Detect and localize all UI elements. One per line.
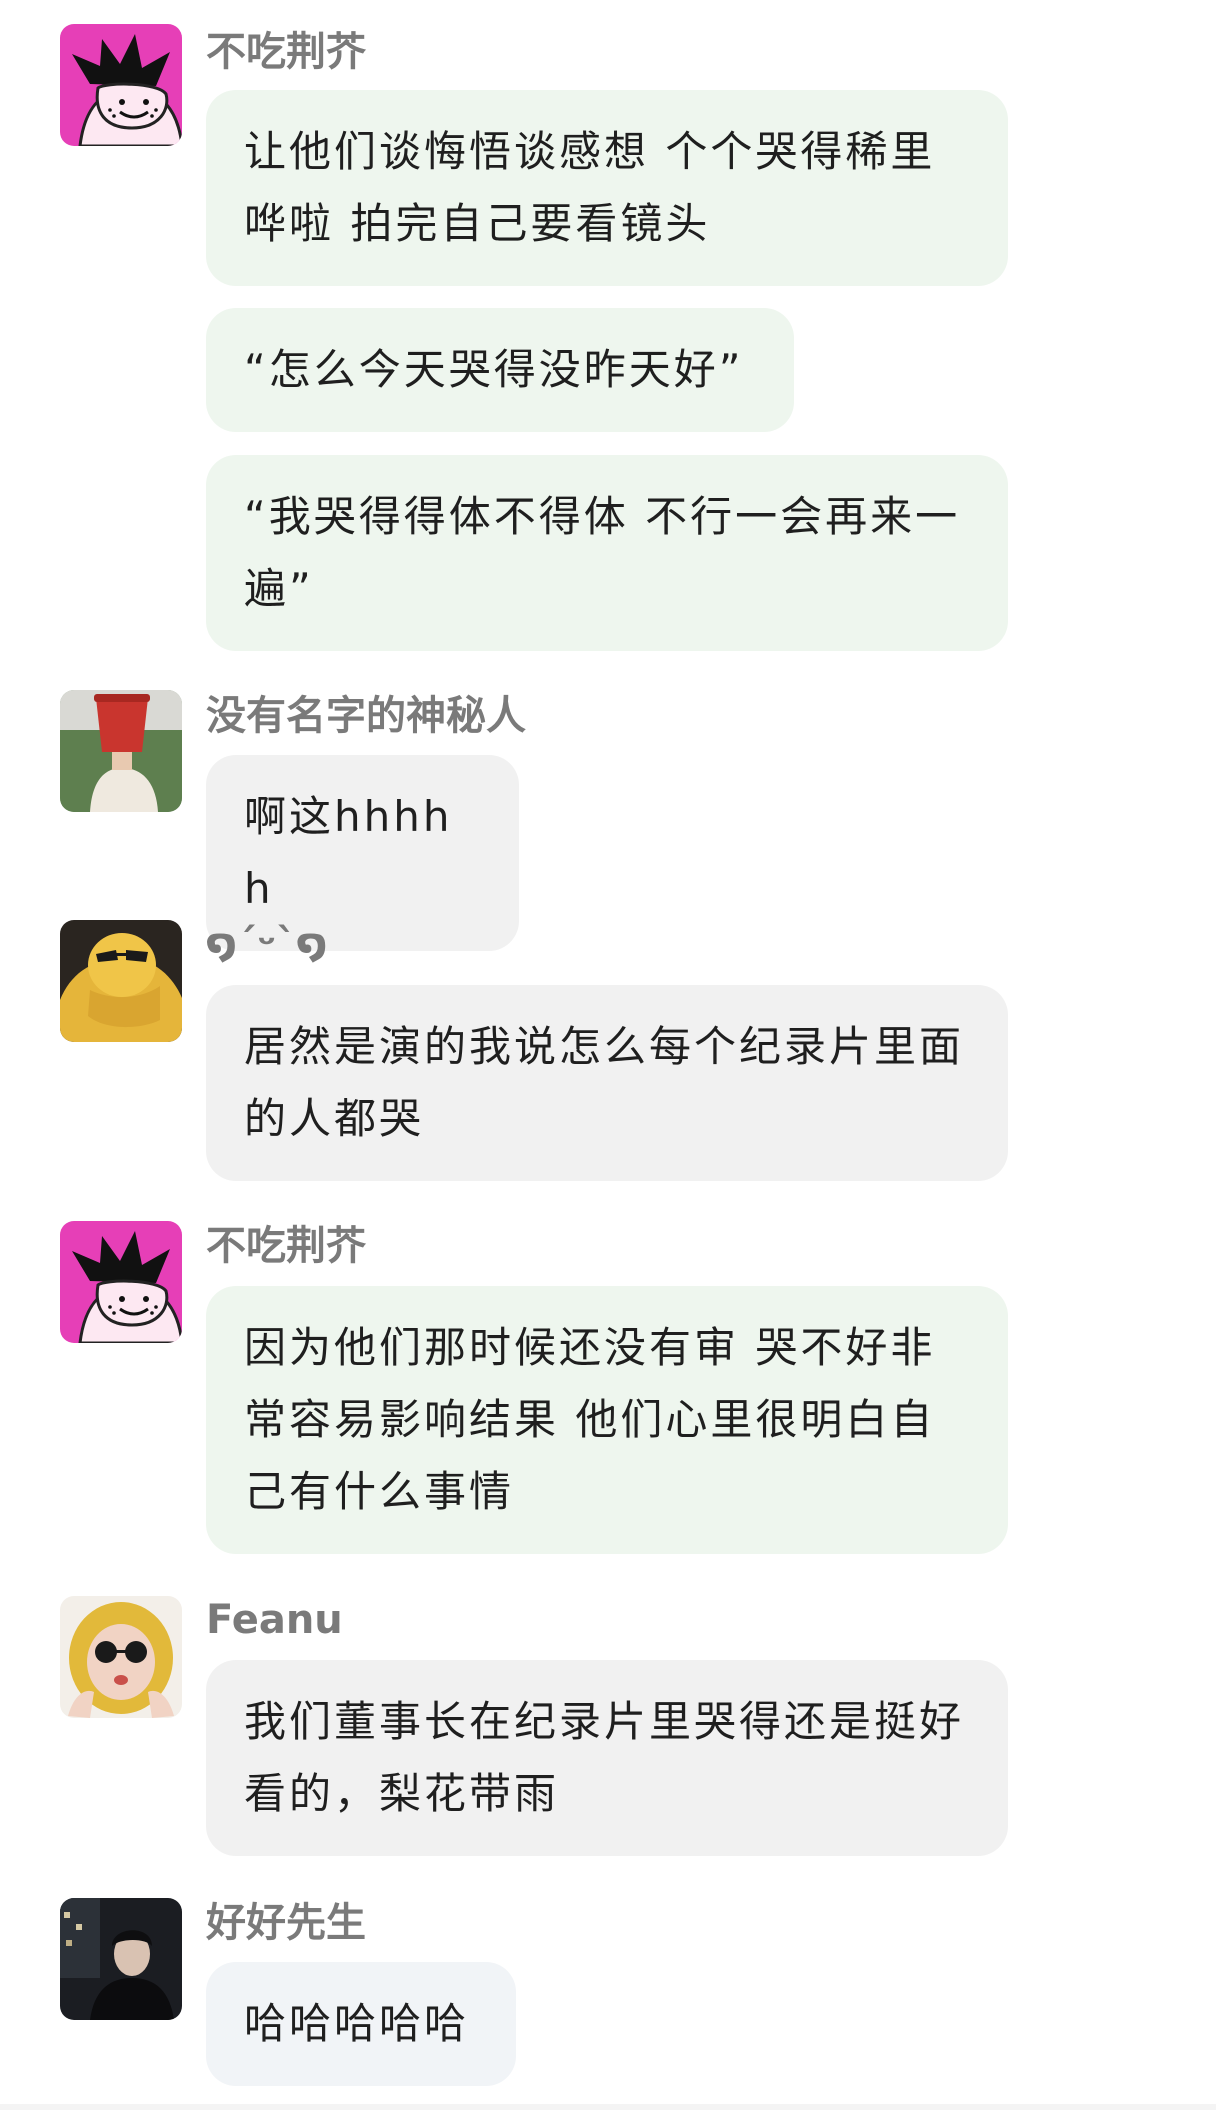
avatar-bunny[interactable] <box>60 24 182 146</box>
message-bubble[interactable]: 居然是演的我说怎么每个纪录片里面的人都哭 <box>206 985 1008 1181</box>
message-bubble[interactable]: 让他们谈悔悟谈感想 个个哭得稀里哗啦 拍完自己要看镜头 <box>206 90 1008 286</box>
bunny-avatar-icon <box>60 24 182 146</box>
yellow-hood-avatar-icon <box>60 920 182 1042</box>
nickname[interactable]: ໑´ᵕ`໑ <box>206 920 327 968</box>
avatar-yellow-hood[interactable] <box>60 920 182 1042</box>
night-man-avatar-icon <box>60 1898 182 2020</box>
message-bubble[interactable]: 我们董事长在纪录片里哭得还是挺好看的，梨花带雨 <box>206 1660 1008 1856</box>
avatar-night-man[interactable] <box>60 1898 182 2020</box>
nickname[interactable]: Feanu <box>206 1596 343 1644</box>
avatar-bunny[interactable] <box>60 1221 182 1343</box>
nickname[interactable]: 好好先生 <box>206 1899 366 1947</box>
bottom-divider <box>0 2104 1216 2110</box>
bunny-avatar-icon <box>60 1221 182 1343</box>
message-bubble[interactable]: “怎么今天哭得没昨天好” <box>206 308 794 432</box>
message-bubble[interactable]: “我哭得得体不得体 不行一会再来一遍” <box>206 455 1008 651</box>
nickname[interactable]: 不吃荆芥 <box>206 28 366 76</box>
nickname[interactable]: 没有名字的神秘人 <box>206 692 526 740</box>
girl-sunglasses-avatar-icon <box>60 1596 182 1718</box>
message-bubble[interactable]: 因为他们那时候还没有审 哭不好非常容易影响结果 他们心里很明白自己有什么事情 <box>206 1286 1008 1554</box>
message-bubble[interactable]: 哈哈哈哈哈 <box>206 1962 516 2086</box>
avatar-girl-sunglasses[interactable] <box>60 1596 182 1718</box>
bucket-head-avatar-icon <box>60 690 182 812</box>
avatar-bucket-head[interactable] <box>60 690 182 812</box>
nickname[interactable]: 不吃荆芥 <box>206 1222 366 1270</box>
